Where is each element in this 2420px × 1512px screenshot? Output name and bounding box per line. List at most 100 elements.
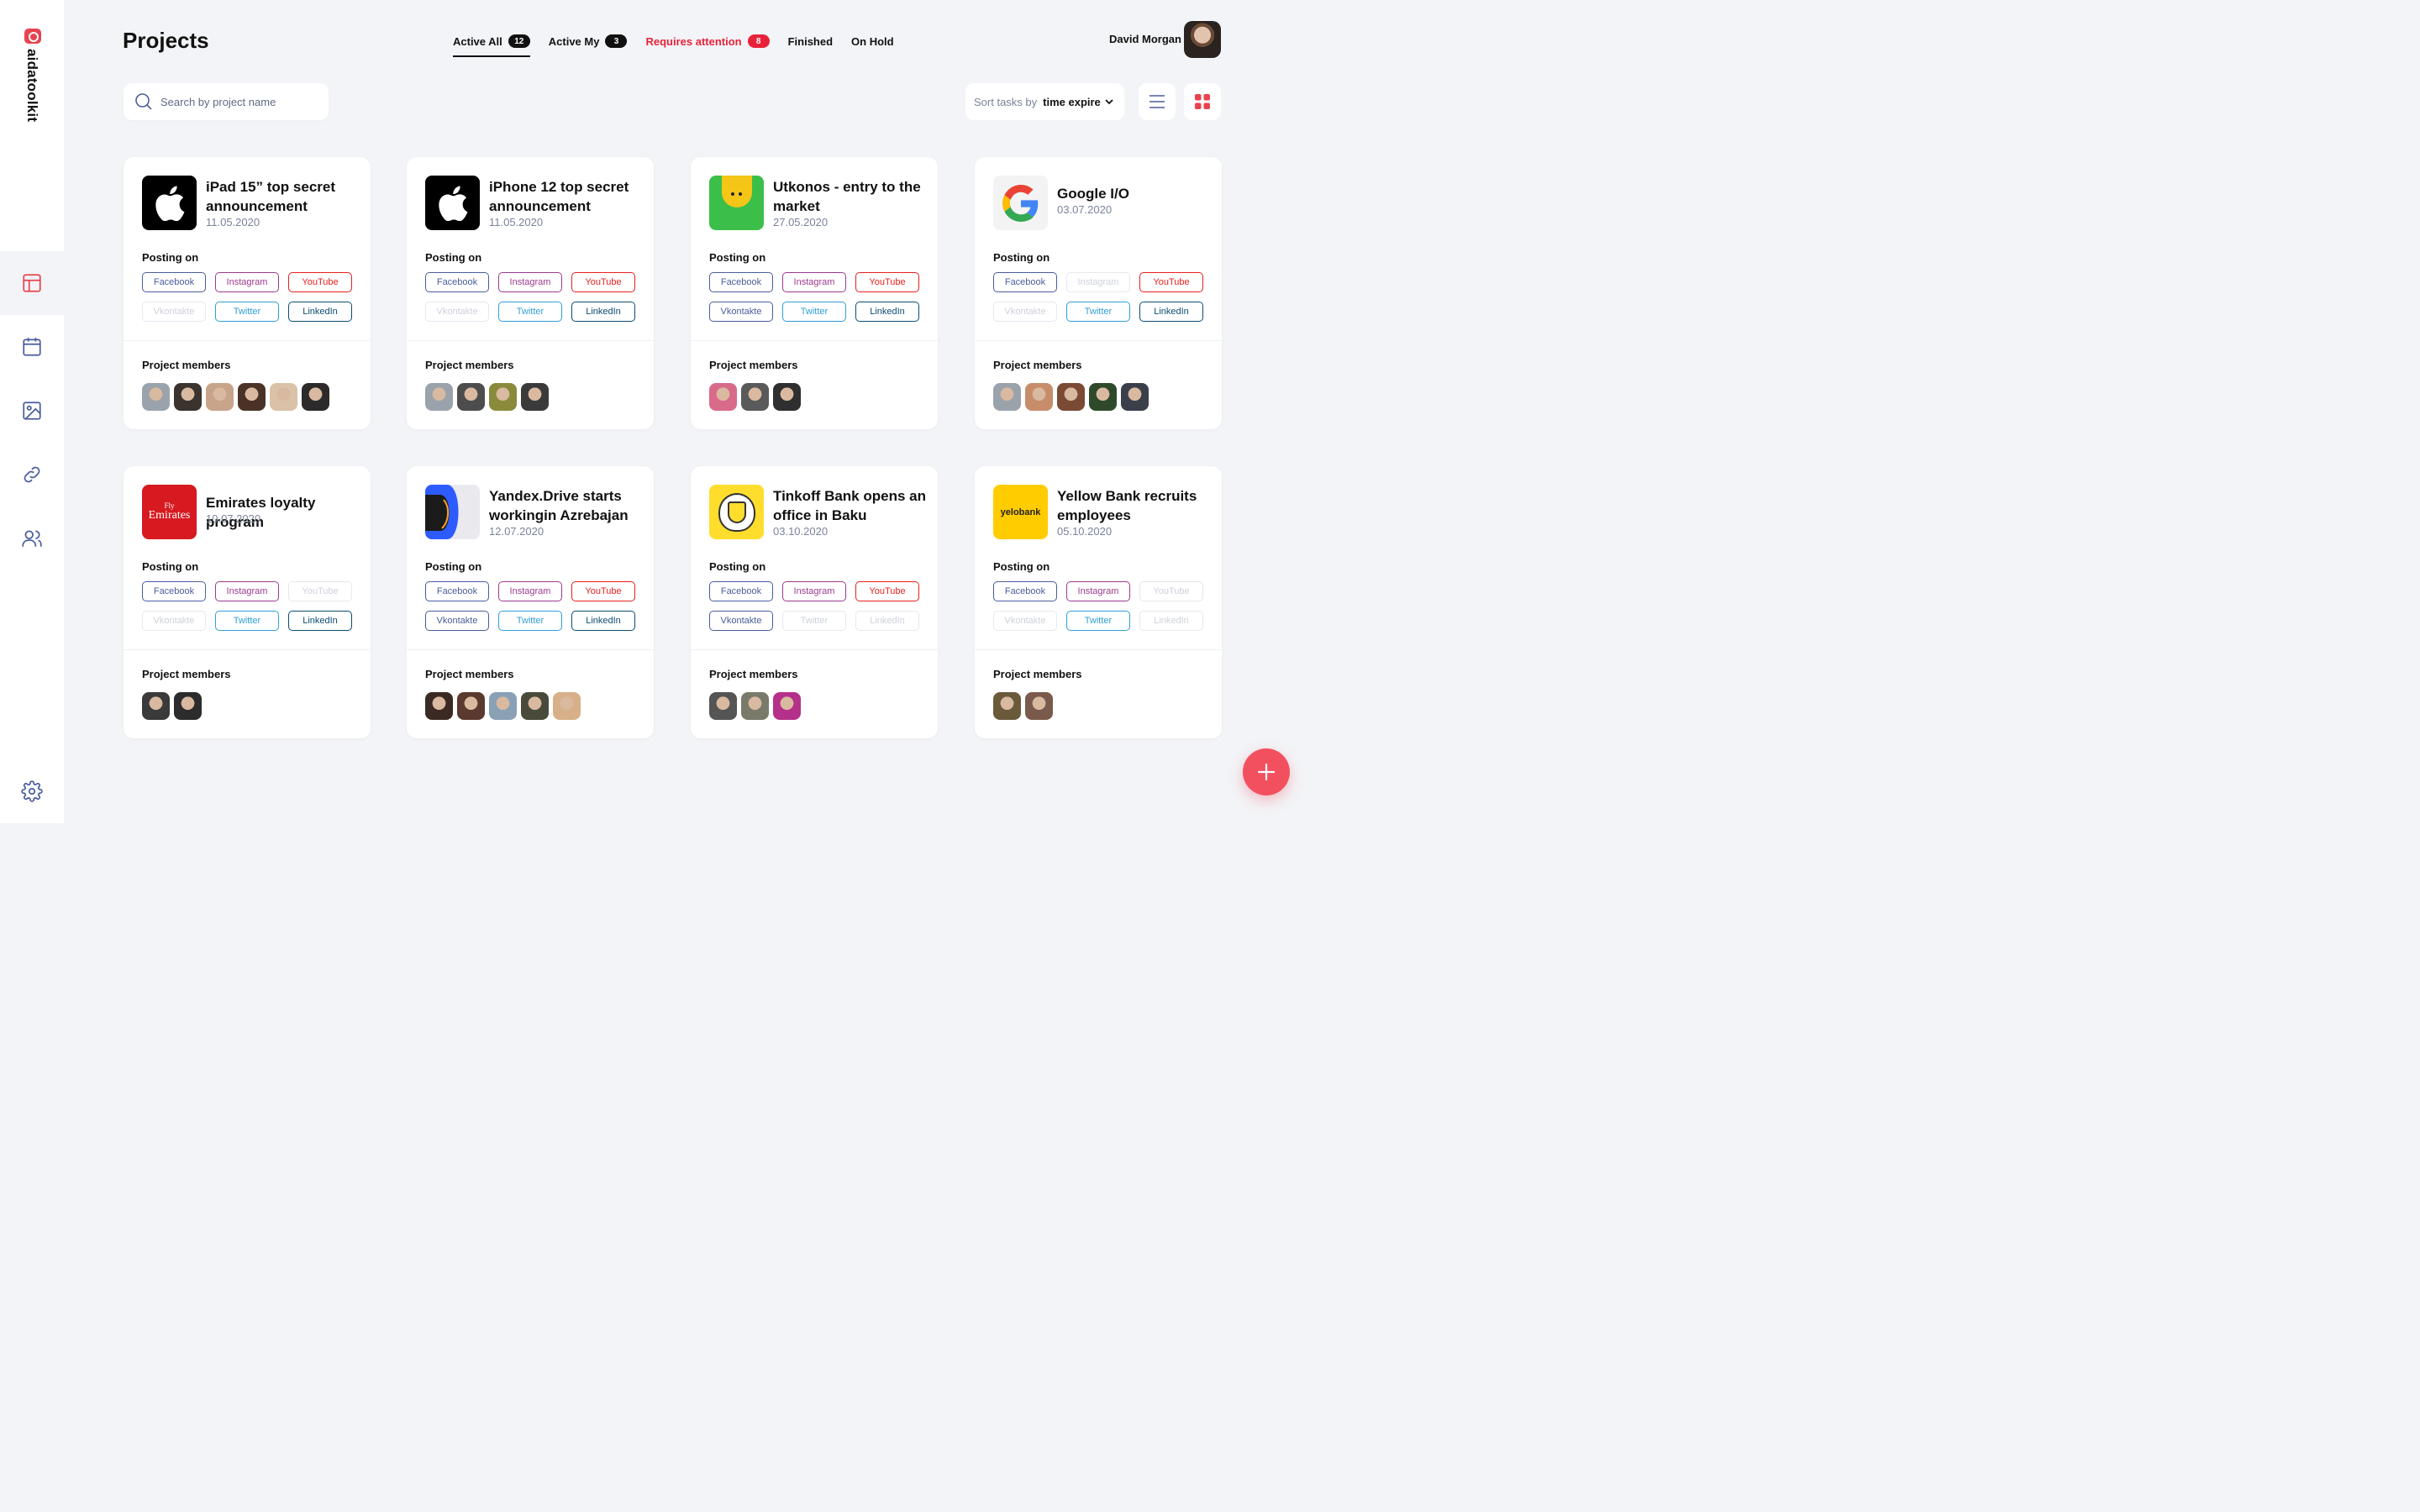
social-tag-vkontakte[interactable]: Vkontakte xyxy=(142,611,206,631)
member-avatar[interactable] xyxy=(1121,383,1149,411)
social-tag-facebook[interactable]: Facebook xyxy=(425,272,489,292)
social-tag-instagram[interactable]: Instagram xyxy=(1066,581,1130,601)
member-avatar[interactable] xyxy=(425,383,453,411)
member-avatar[interactable] xyxy=(238,383,266,411)
add-project-button[interactable] xyxy=(1243,748,1290,795)
social-tag-linkedin[interactable]: LinkedIn xyxy=(288,302,352,322)
nav-settings[interactable] xyxy=(0,759,64,823)
social-tag-youtube[interactable]: YouTube xyxy=(855,581,919,601)
member-avatar[interactable] xyxy=(773,383,801,411)
member-avatar[interactable] xyxy=(142,383,170,411)
member-avatar[interactable] xyxy=(174,383,202,411)
social-tag-twitter[interactable]: Twitter xyxy=(215,302,279,322)
member-avatar[interactable] xyxy=(1025,692,1053,720)
social-tag-youtube[interactable]: YouTube xyxy=(288,581,352,601)
nav-team[interactable] xyxy=(0,507,64,570)
member-avatar[interactable] xyxy=(741,692,769,720)
social-tag-twitter[interactable]: Twitter xyxy=(782,611,846,631)
member-avatar[interactable] xyxy=(302,383,329,411)
social-tag-instagram[interactable]: Instagram xyxy=(1066,272,1130,292)
tab-finished[interactable]: Finished xyxy=(788,30,833,52)
social-tag-facebook[interactable]: Facebook xyxy=(993,272,1057,292)
social-tag-instagram[interactable]: Instagram xyxy=(782,272,846,292)
social-tag-twitter[interactable]: Twitter xyxy=(782,302,846,322)
search-box[interactable] xyxy=(124,83,329,120)
social-tag-linkedin[interactable]: LinkedIn xyxy=(288,611,352,631)
social-tag-linkedin[interactable]: LinkedIn xyxy=(1139,302,1203,322)
nav-links[interactable] xyxy=(0,443,64,507)
project-card[interactable]: iPhone 12 top secret announcement 11.05.20… xyxy=(407,157,654,429)
member-avatar[interactable] xyxy=(741,383,769,411)
member-avatar[interactable] xyxy=(142,692,170,720)
social-tag-facebook[interactable]: Facebook xyxy=(142,272,206,292)
social-tag-linkedin[interactable]: LinkedIn xyxy=(571,611,635,631)
brand-logo[interactable]: aidatoolkit xyxy=(21,29,43,122)
project-card[interactable]: Yandex.Drive starts workingin Azrebajan 12… xyxy=(407,466,654,738)
social-tag-linkedin[interactable]: LinkedIn xyxy=(571,302,635,322)
project-card[interactable]: iPad 15” top secret announcement 11.05.202… xyxy=(124,157,371,429)
social-tag-vkontakte[interactable]: Vkontakte xyxy=(993,611,1057,631)
social-tag-instagram[interactable]: Instagram xyxy=(498,581,562,601)
user-name[interactable]: David Morgan xyxy=(1109,33,1181,45)
project-card[interactable]: Fly Emirates Emirates loyalty program 10.07… xyxy=(124,466,371,738)
social-tag-twitter[interactable]: Twitter xyxy=(498,611,562,631)
social-tag-linkedin[interactable]: LinkedIn xyxy=(1139,611,1203,631)
social-tag-youtube[interactable]: YouTube xyxy=(571,272,635,292)
tab-requires-attention[interactable]: Requires attention 8 xyxy=(645,30,770,52)
member-avatar[interactable] xyxy=(489,692,517,720)
project-card[interactable]: Google I/O 03.07.2020 Posting on Facebook In… xyxy=(975,157,1222,429)
social-tag-vkontakte[interactable]: Vkontakte xyxy=(425,611,489,631)
social-tag-facebook[interactable]: Facebook xyxy=(709,581,773,601)
social-tag-youtube[interactable]: YouTube xyxy=(571,581,635,601)
user-avatar[interactable] xyxy=(1184,21,1221,58)
member-avatar[interactable] xyxy=(709,383,737,411)
nav-projects[interactable] xyxy=(0,251,64,315)
member-avatar[interactable] xyxy=(1089,383,1117,411)
social-tag-facebook[interactable]: Facebook xyxy=(142,581,206,601)
nav-media[interactable] xyxy=(0,379,64,443)
member-avatar[interactable] xyxy=(993,383,1021,411)
member-avatar[interactable] xyxy=(1025,383,1053,411)
member-avatar[interactable] xyxy=(521,383,549,411)
project-card[interactable]: Utkonos - entry to the market 27.05.2020 Po… xyxy=(691,157,938,429)
social-tag-vkontakte[interactable]: Vkontakte xyxy=(142,302,206,322)
social-tag-instagram[interactable]: Instagram xyxy=(782,581,846,601)
social-tag-vkontakte[interactable]: Vkontakte xyxy=(709,302,773,322)
nav-calendar[interactable] xyxy=(0,315,64,379)
tab-active-my[interactable]: Active My 3 xyxy=(549,30,628,52)
member-avatar[interactable] xyxy=(457,383,485,411)
grid-view-button[interactable] xyxy=(1184,83,1221,120)
social-tag-twitter[interactable]: Twitter xyxy=(215,611,279,631)
member-avatar[interactable] xyxy=(553,692,581,720)
tab-on-hold[interactable]: On Hold xyxy=(851,30,894,52)
member-avatar[interactable] xyxy=(425,692,453,720)
member-avatar[interactable] xyxy=(993,692,1021,720)
social-tag-youtube[interactable]: YouTube xyxy=(1139,272,1203,292)
social-tag-vkontakte[interactable]: Vkontakte xyxy=(425,302,489,322)
member-avatar[interactable] xyxy=(457,692,485,720)
member-avatar[interactable] xyxy=(773,692,801,720)
list-view-button[interactable] xyxy=(1139,83,1176,120)
social-tag-twitter[interactable]: Twitter xyxy=(498,302,562,322)
social-tag-facebook[interactable]: Facebook xyxy=(993,581,1057,601)
project-card[interactable]: yelobank Yellow Bank recruits employees 05.… xyxy=(975,466,1222,738)
project-card[interactable]: Tinkoff Bank opens an office in Baku 03.10… xyxy=(691,466,938,738)
social-tag-twitter[interactable]: Twitter xyxy=(1066,302,1130,322)
tab-active-all[interactable]: Active All 12 xyxy=(453,30,530,57)
social-tag-instagram[interactable]: Instagram xyxy=(215,272,279,292)
social-tag-facebook[interactable]: Facebook xyxy=(709,272,773,292)
social-tag-youtube[interactable]: YouTube xyxy=(288,272,352,292)
member-avatar[interactable] xyxy=(270,383,297,411)
member-avatar[interactable] xyxy=(489,383,517,411)
member-avatar[interactable] xyxy=(1057,383,1085,411)
sort-dropdown[interactable]: Sort tasks by time expire xyxy=(965,83,1124,120)
search-input[interactable] xyxy=(160,95,312,108)
member-avatar[interactable] xyxy=(174,692,202,720)
social-tag-twitter[interactable]: Twitter xyxy=(1066,611,1130,631)
member-avatar[interactable] xyxy=(521,692,549,720)
social-tag-facebook[interactable]: Facebook xyxy=(425,581,489,601)
social-tag-instagram[interactable]: Instagram xyxy=(215,581,279,601)
social-tag-linkedin[interactable]: LinkedIn xyxy=(855,302,919,322)
member-avatar[interactable] xyxy=(206,383,234,411)
social-tag-youtube[interactable]: YouTube xyxy=(1139,581,1203,601)
